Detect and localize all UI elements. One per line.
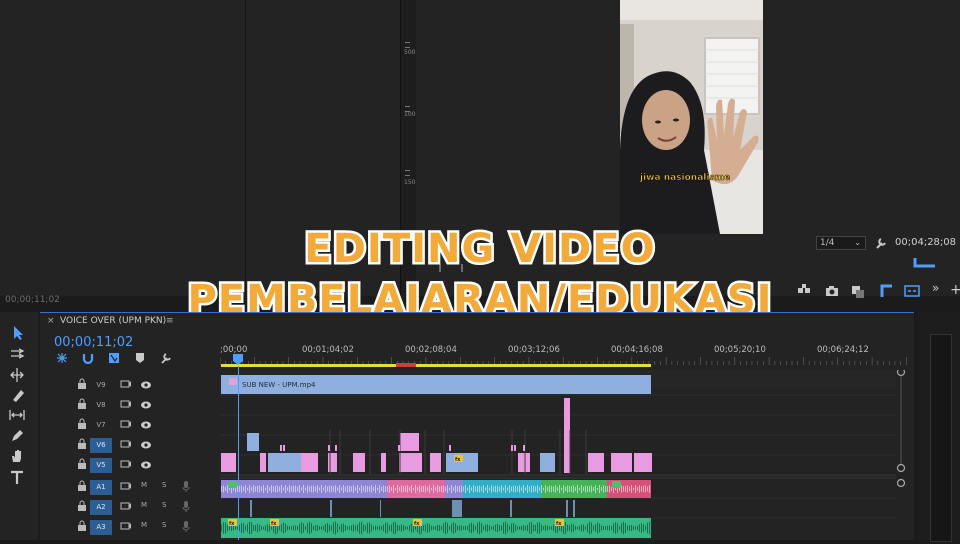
track-header-a3: A3 M S (40, 518, 220, 537)
render-bar-red (396, 363, 416, 367)
sync-lock-icon[interactable] (120, 398, 132, 410)
track-name-v8[interactable]: V8 (90, 398, 112, 413)
eye-icon[interactable] (140, 420, 152, 430)
marker-icon[interactable] (134, 352, 146, 364)
sequence-menu-icon[interactable]: ≡ (166, 316, 174, 326)
svg-text:fx: fx (414, 521, 420, 527)
timeline-vertical-scroll[interactable] (896, 367, 906, 540)
mic-icon[interactable] (182, 521, 190, 533)
hand-icon[interactable] (9, 448, 27, 464)
svg-text:fx: fx (455, 457, 461, 463)
track-name-v9[interactable]: V9 (90, 378, 112, 393)
mute-button[interactable]: M (141, 481, 147, 489)
pen-icon[interactable] (9, 427, 27, 443)
tracks-area[interactable]: SUB NEW - UPM.mp4 fx fx fx fx fx (220, 370, 896, 540)
svg-text:fx: fx (271, 521, 277, 527)
lock-icon[interactable] (77, 378, 87, 390)
lock-icon[interactable] (77, 398, 87, 410)
lock-icon[interactable] (77, 500, 87, 512)
v9-clip-label: SUB NEW - UPM.mp4 (242, 381, 316, 389)
sync-lock-icon[interactable] (120, 438, 132, 450)
track-select-icon[interactable] (9, 347, 27, 363)
track-name-v7[interactable]: V7 (90, 418, 112, 433)
razor-icon[interactable] (9, 387, 27, 403)
solo-button[interactable]: S (162, 501, 166, 509)
track-name-v6[interactable]: V6 (90, 438, 112, 453)
sync-lock-icon[interactable] (120, 520, 132, 532)
type-icon[interactable] (9, 469, 27, 485)
track-header-v7: V7 (40, 416, 220, 435)
tools-panel (0, 312, 38, 540)
ruler-label: 00;04;16;08 (611, 345, 663, 355)
mute-button[interactable]: M (141, 501, 147, 509)
solo-button[interactable]: S (162, 481, 166, 489)
svg-text:fx: fx (556, 521, 562, 527)
playhead-line[interactable] (238, 366, 239, 540)
lock-icon[interactable] (77, 438, 87, 450)
lock-icon[interactable] (77, 458, 87, 470)
ruler-label-1500: 1500 (404, 179, 420, 186)
track-header-v6: V6 (40, 436, 220, 455)
sync-lock-icon[interactable] (120, 480, 132, 492)
track-name-v5[interactable]: V5 (90, 458, 112, 473)
track-header-v9: V9 (40, 376, 220, 395)
timeline-settings-wrench-icon[interactable] (160, 352, 172, 364)
snap-icon[interactable] (82, 352, 94, 364)
audio-meter-panel (918, 312, 960, 542)
linked-selection-icon[interactable] (108, 352, 120, 364)
eye-icon[interactable] (140, 440, 152, 450)
time-ruler[interactable]: ;00;00 00;01;04;02 00;02;08;04 00;03;12;… (220, 342, 914, 366)
nest-sequence-icon[interactable] (56, 352, 68, 364)
track-header-a1: A1 M S (40, 478, 220, 497)
sequence-tab[interactable]: VOICE OVER (UPM PKN) (60, 316, 166, 326)
sync-lock-icon[interactable] (120, 500, 132, 512)
track-lanes: SUB NEW - UPM.mp4 fx fx fx fx fx (220, 370, 896, 538)
track-header-v5: V5 (40, 456, 220, 475)
svg-text:fx: fx (229, 521, 235, 527)
slip-icon[interactable] (9, 407, 27, 423)
ruler-label-1000: 1000 (404, 111, 420, 118)
eye-icon[interactable] (140, 380, 152, 390)
sync-lock-icon[interactable] (120, 378, 132, 390)
eye-icon[interactable] (140, 400, 152, 410)
video-caption: jiwa nasionalisme (639, 173, 730, 183)
mute-button[interactable]: M (141, 521, 147, 529)
work-area-bar[interactable] (221, 364, 651, 367)
ripple-edit-icon[interactable] (9, 367, 27, 383)
sync-lock-icon[interactable] (120, 458, 132, 470)
track-header-v8: V8 (40, 396, 220, 415)
solo-button[interactable]: S (162, 521, 166, 529)
sync-lock-icon[interactable] (120, 418, 132, 430)
selection-tool-icon[interactable] (9, 325, 27, 341)
audio-meter (930, 334, 952, 542)
track-name-a1[interactable]: A1 (90, 480, 112, 495)
ruler-label: 00;05;20;10 (714, 345, 766, 355)
sequence-timecode[interactable]: 00;00;11;02 (54, 335, 133, 350)
ruler-label: 00;03;12;06 (508, 345, 560, 355)
ruler-label: 00;01;04;02 (302, 345, 354, 355)
title-line-1: EDITING VIDEO (302, 224, 657, 275)
close-sequence-icon[interactable]: × (47, 316, 55, 326)
playhead-icon[interactable] (233, 354, 243, 366)
track-name-a2[interactable]: A2 (90, 500, 112, 515)
lock-icon[interactable] (77, 418, 87, 430)
zoom-handles (896, 367, 906, 488)
track-header-a2: A2 M S (40, 498, 220, 517)
eye-icon[interactable] (140, 460, 152, 470)
v5-clips: fx (221, 453, 652, 472)
track-name-a3[interactable]: A3 (90, 520, 112, 535)
mic-icon[interactable] (182, 481, 190, 493)
lock-icon[interactable] (77, 480, 87, 492)
program-video-frame[interactable]: jiwa nasionalisme (620, 0, 763, 234)
ruler-label-500: 500 (404, 49, 416, 56)
audio-clips: fx fx fx fx (221, 480, 651, 538)
ruler-label: 00;02;08;04 (405, 345, 457, 355)
lock-icon[interactable] (77, 520, 87, 532)
ruler-label: 00;06;24;12 (817, 345, 869, 355)
mic-icon[interactable] (182, 501, 190, 513)
video-frame-image: jiwa nasionalisme (620, 0, 763, 234)
